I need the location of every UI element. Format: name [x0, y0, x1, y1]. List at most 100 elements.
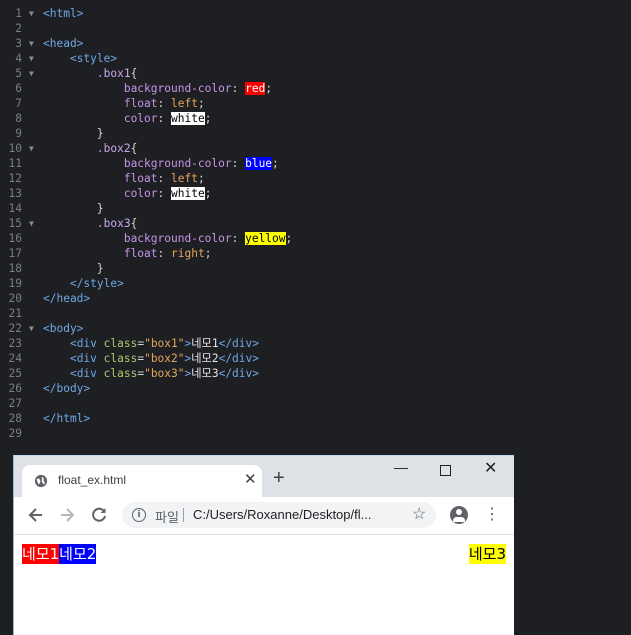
url-text[interactable]: C:/Users/Roxanne/Desktop/fl...	[193, 507, 371, 522]
code-token: 네모2	[191, 352, 219, 365]
close-tab-icon[interactable]: ✕	[244, 471, 257, 489]
code-token: "box2"	[144, 352, 185, 365]
code-line[interactable]: 22 ▼ <body>	[0, 321, 631, 336]
code-line[interactable]: 5 ▼ .box1{	[0, 66, 631, 81]
code-token: ;	[285, 232, 293, 245]
code-token: {	[130, 142, 138, 155]
fold-toggle-icon[interactable]: ▼	[29, 36, 34, 51]
code-token: left	[171, 172, 198, 185]
code-text: float: left;	[43, 171, 205, 186]
line-number: 26	[8, 382, 22, 395]
new-tab-button[interactable]: +	[273, 468, 285, 488]
code-line[interactable]: 17 float: right;	[0, 246, 631, 261]
code-line[interactable]: 29	[0, 426, 631, 441]
scheme-label: 파일	[155, 510, 179, 525]
line-number: 7	[15, 97, 22, 110]
code-token: <head>	[43, 37, 84, 50]
code-token: background-color	[123, 82, 232, 95]
code-token: </div>	[218, 367, 259, 380]
address-bar[interactable]: i 파일 C:/Users/Roxanne/Desktop/fl... ☆	[122, 502, 436, 528]
line-number: 3	[15, 37, 22, 50]
line-number: 10	[8, 142, 22, 155]
code-text: <div class="box3">네모3</div>	[43, 366, 259, 381]
fold-toggle-icon[interactable]: ▼	[29, 321, 34, 336]
code-token: :	[157, 247, 171, 260]
minimize-window-button[interactable]: —	[394, 459, 408, 475]
code-line[interactable]: 14 }	[0, 201, 631, 216]
fold-toggle-icon[interactable]: ▼	[29, 141, 34, 156]
browser-toolbar: i 파일 C:/Users/Roxanne/Desktop/fl... ☆ ⋮	[14, 497, 514, 535]
code-line[interactable]: 8 color: white;	[0, 111, 631, 126]
code-line[interactable]: 25 <div class="box3">네모3</div>	[0, 366, 631, 381]
code-token: yellow	[245, 232, 286, 245]
code-line[interactable]: 3 ▼ <head>	[0, 36, 631, 51]
code-line[interactable]: 21	[0, 306, 631, 321]
line-number: 22	[8, 322, 22, 335]
code-token: ;	[265, 82, 273, 95]
code-token: red	[245, 82, 266, 95]
code-line[interactable]: 19 </style>	[0, 276, 631, 291]
code-token: :	[231, 157, 246, 170]
line-number: 16	[8, 232, 22, 245]
code-line[interactable]: 6 background-color: red;	[0, 81, 631, 96]
arrow-left-icon[interactable]	[26, 505, 46, 525]
code-token: :	[157, 187, 171, 200]
line-number: 14	[8, 202, 22, 215]
code-token: :	[157, 172, 171, 185]
profile-avatar-icon[interactable]	[450, 506, 468, 524]
code-line[interactable]: 2	[0, 21, 631, 36]
star-icon[interactable]: ☆	[412, 505, 426, 525]
code-token: blue	[245, 157, 273, 170]
fold-toggle-icon[interactable]: ▼	[29, 51, 34, 66]
tab-float-ex[interactable]: float_ex.html ✕	[22, 465, 262, 497]
code-line[interactable]: 4 ▼ <style>	[0, 51, 631, 66]
code-token: .box2	[96, 142, 131, 155]
reload-icon[interactable]	[89, 505, 109, 525]
info-icon[interactable]: i	[132, 508, 146, 522]
code-token: color	[123, 112, 158, 125]
code-token: float	[123, 172, 158, 185]
box1: 네모1	[22, 544, 60, 564]
code-line[interactable]: 1 ▼ <html>	[0, 6, 631, 21]
menu-icon[interactable]: ⋮	[484, 505, 500, 525]
code-line[interactable]: 16 background-color: yellow;	[0, 231, 631, 246]
fold-toggle-icon[interactable]: ▼	[29, 216, 34, 231]
code-line[interactable]: 11 background-color: blue;	[0, 156, 631, 171]
code-token: }	[43, 262, 104, 275]
code-text: float: right;	[43, 246, 212, 261]
tab-title: float_ex.html	[58, 473, 127, 487]
code-text: color: white;	[43, 111, 211, 126]
code-line[interactable]: 12 float: left;	[0, 171, 631, 186]
code-line[interactable]: 7 float: left;	[0, 96, 631, 111]
code-token: </div>	[218, 337, 259, 350]
code-line[interactable]: 9 }	[0, 126, 631, 141]
code-token: left	[171, 97, 198, 110]
code-line[interactable]: 24 <div class="box2">네모2</div>	[0, 351, 631, 366]
code-line[interactable]: 28 </html>	[0, 411, 631, 426]
code-token: ;	[204, 247, 212, 260]
code-line[interactable]: 18 }	[0, 261, 631, 276]
line-number: 2	[15, 22, 22, 35]
code-token: <html>	[43, 7, 84, 20]
arrow-right-icon[interactable]	[57, 505, 77, 525]
maximize-window-button[interactable]	[440, 465, 451, 476]
code-line[interactable]: 23 <div class="box1">네모1</div>	[0, 336, 631, 351]
code-line[interactable]: 13 color: white;	[0, 186, 631, 201]
fold-toggle-icon[interactable]: ▼	[29, 6, 34, 21]
code-line[interactable]: 27	[0, 396, 631, 411]
code-line[interactable]: 26 </body>	[0, 381, 631, 396]
line-number: 13	[8, 187, 22, 200]
close-window-button[interactable]: ✕	[484, 461, 497, 477]
line-number: 4	[15, 52, 22, 65]
code-line[interactable]: 20 </head>	[0, 291, 631, 306]
code-line[interactable]: 15 ▼ .box3{	[0, 216, 631, 231]
code-editor[interactable]: 1 ▼ <html> 2 3 ▼ <head> 4 ▼ <style> 5 ▼ .box1{6 ba…	[0, 0, 631, 455]
code-token: </style>	[69, 277, 124, 290]
code-text: float: left;	[43, 96, 205, 111]
code-token: {	[130, 67, 138, 80]
code-line[interactable]: 10 ▼ .box2{	[0, 141, 631, 156]
fold-toggle-icon[interactable]: ▼	[29, 66, 34, 81]
